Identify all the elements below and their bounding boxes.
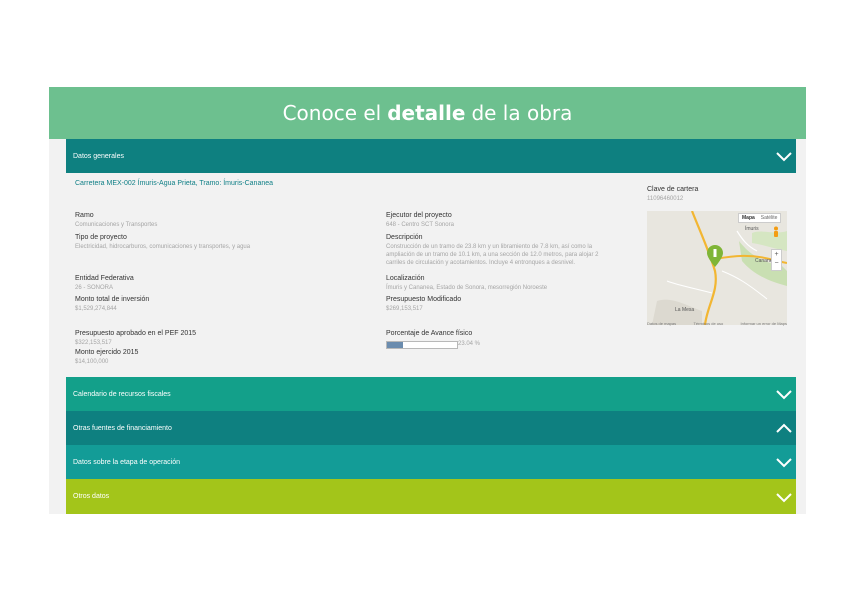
pegman-icon[interactable] — [772, 225, 780, 243]
chevron-down-icon[interactable] — [775, 456, 793, 468]
ejecutor-label: Ejecutor del proyecto — [386, 212, 452, 219]
clave-label: Clave de cartera — [647, 186, 699, 193]
tipo-label: Tipo de proyecto — [75, 234, 127, 241]
zoom-out-button[interactable]: − — [772, 259, 781, 268]
descripcion-line-1: Construcción de un tramo de 23.8 km y un… — [386, 244, 593, 250]
entidad-value: 26 - SONORA — [75, 285, 114, 291]
tipo-value: Electricidad, hidrocarburos, comunicacio… — [75, 244, 251, 250]
ramo-value: Comunicaciones y Transportes — [75, 222, 158, 228]
chevron-down-icon[interactable] — [775, 388, 793, 400]
monto-total-label: Monto total de inversión — [75, 296, 150, 303]
ramo-label: Ramo — [75, 212, 94, 219]
section-label: Datos generales — [73, 152, 124, 160]
zoom-in-button[interactable]: + — [772, 250, 781, 259]
datos-generales-content: Carretera MEX-002 Ímuris-Agua Prieta, Tr… — [66, 173, 796, 377]
avance-progress-fill — [387, 342, 404, 348]
avance-value: 23.04 % — [458, 341, 481, 347]
avance-progress-bar — [386, 341, 458, 349]
map-place-3: La Mesa — [675, 307, 695, 313]
presupuesto-mod-label: Presupuesto Modificado — [386, 296, 462, 303]
descripcion-line-2: ampliación de un tramo de 10.1 km, a una… — [386, 252, 599, 258]
section-datos-generales[interactable]: Datos generales — [66, 139, 796, 173]
header-bold: detalle — [387, 101, 466, 125]
section-label: Otros datos — [73, 493, 110, 500]
section-otras-fuentes[interactable]: Otras fuentes de financiamiento — [66, 411, 796, 445]
presupuesto-mod-value: $269,153,517 — [386, 306, 423, 312]
section-etapa-operacion[interactable]: Datos sobre la etapa de operación — [66, 445, 796, 479]
header-prefix: Conoce el — [282, 101, 382, 125]
location-pin-icon[interactable] — [707, 245, 723, 272]
location-map[interactable]: Ímuris Cananea La Mesa Mapa Satélite + − — [647, 211, 787, 325]
localizacion-label: Localización — [386, 275, 425, 282]
map-report-link[interactable]: Informar un error de Maps — [741, 321, 787, 326]
section-calendario[interactable]: Calendario de recursos fiscales — [66, 377, 796, 411]
presupuesto-pef-label: Presupuesto aprobado en el PEF 2015 — [75, 330, 197, 337]
entidad-label: Entidad Federativa — [75, 275, 134, 282]
chevron-down-icon[interactable] — [775, 491, 793, 503]
map-type-toggle: Mapa Satélite — [738, 213, 782, 223]
map-data-credit: Datos de mapas — [647, 321, 677, 326]
header-suffix: de la obra — [471, 101, 573, 125]
descripcion-line-3: carriles de circulación y acotamientos. … — [386, 260, 576, 266]
descripcion-label: Descripción — [386, 234, 423, 241]
clave-value: 11096460012 — [647, 196, 684, 202]
avance-label: Porcentaje de Avance físico — [386, 330, 473, 337]
map-place-1: Ímuris — [745, 226, 759, 232]
monto-ejercido-value: $14,100,000 — [75, 359, 109, 365]
detail-panel: Conoce el detalle de la obra Datos gener… — [49, 87, 806, 514]
section-label: Otras fuentes de financiamiento — [73, 424, 172, 432]
map-footer: Datos de mapas Términos de uso Informar … — [647, 321, 787, 326]
section-label: Datos sobre la etapa de operación — [73, 458, 181, 466]
satellite-button[interactable]: Satélite — [758, 214, 781, 222]
project-name-link[interactable]: Carretera MEX-002 Ímuris-Agua Prieta, Tr… — [75, 180, 273, 187]
section-label: Calendario de recursos fiscales — [73, 390, 171, 398]
presupuesto-pef-value: $322,153,517 — [75, 340, 112, 346]
localizacion-value: Ímuris y Cananea, Estado de Sonora, meso… — [386, 285, 548, 291]
monto-ejercido-label: Monto ejercido 2015 — [75, 349, 139, 356]
monto-total-value: $1,529,274,844 — [75, 306, 117, 312]
chevron-down-icon[interactable] — [775, 150, 793, 162]
ejecutor-value: 648 - Centro SCT Sonora — [386, 222, 454, 228]
section-otros-datos[interactable]: Otros datos — [66, 479, 796, 514]
chevron-up-icon[interactable] — [775, 422, 793, 434]
map-terms-link[interactable]: Términos de uso — [693, 321, 723, 326]
page-header: Conoce el detalle de la obra — [49, 87, 806, 139]
zoom-controls: + − — [771, 249, 782, 271]
map-button[interactable]: Mapa — [739, 214, 758, 222]
